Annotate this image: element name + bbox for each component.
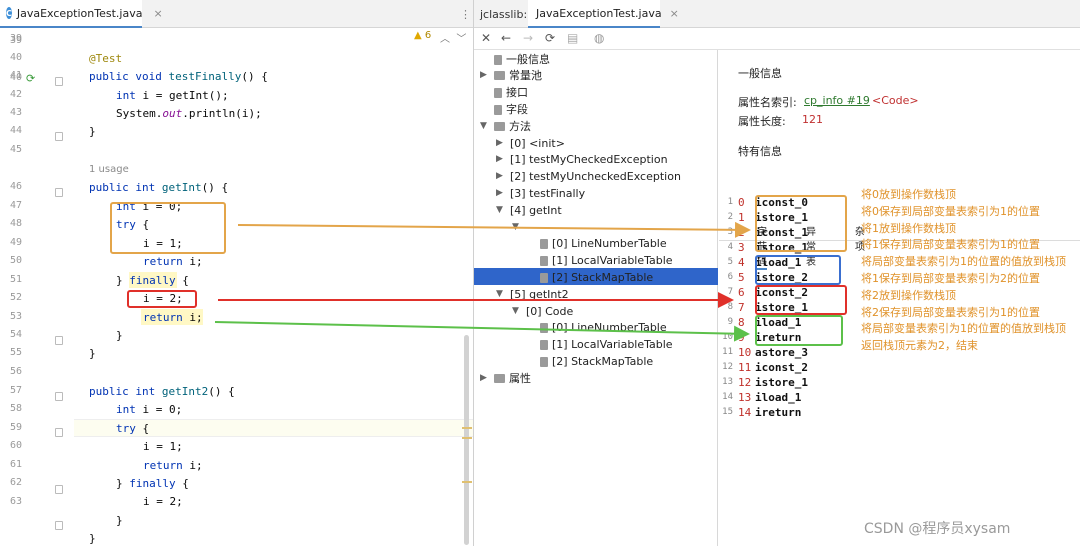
arrow-return-to-bytecode <box>214 321 750 342</box>
annotation-arrows <box>214 221 751 342</box>
arrow-try-to-bytecode <box>237 221 751 238</box>
watermark: CSDN @程序员xysam <box>864 521 1011 537</box>
